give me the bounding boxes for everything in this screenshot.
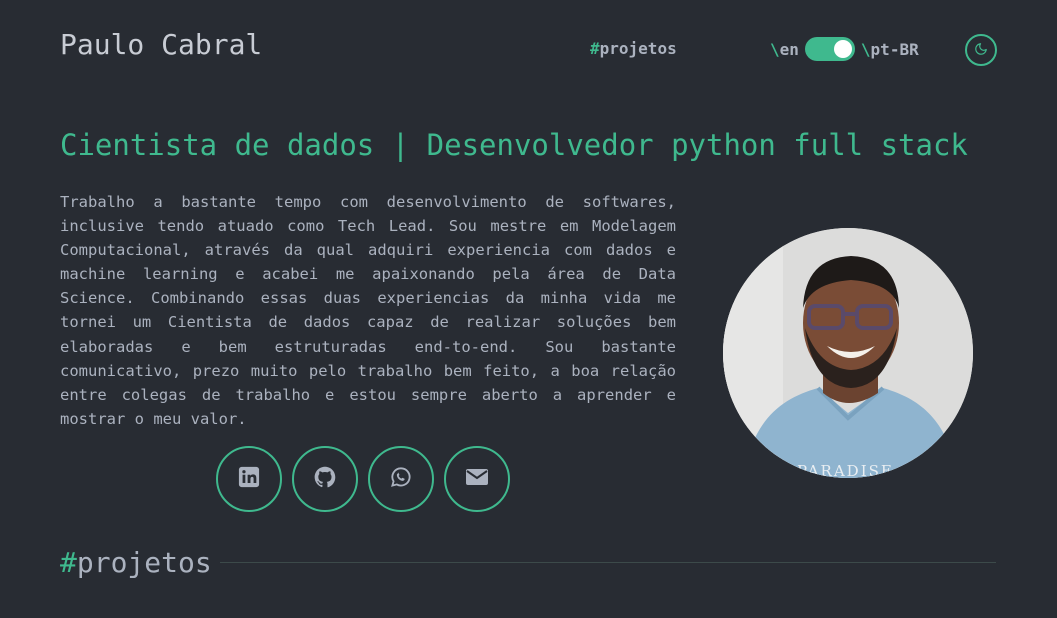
lang-slash-right: \ — [860, 39, 871, 59]
page: Paulo Cabral #projetos \ en \ pt-BR Cienti… — [0, 0, 1057, 618]
lang-ptbr-label[interactable]: pt-BR — [871, 40, 919, 59]
profile-photo: PARADISE — [723, 228, 973, 478]
section-divider — [220, 562, 996, 563]
language-switcher: \ en \ pt-BR — [770, 37, 919, 61]
section-hash: # — [60, 546, 77, 579]
lang-slash-left: \ — [770, 39, 780, 59]
moon-icon — [974, 41, 988, 60]
site-brand[interactable]: Paulo Cabral — [60, 28, 262, 61]
toggle-knob — [833, 40, 852, 58]
section-title-projetos: #projetos — [60, 546, 212, 579]
email-button[interactable] — [444, 446, 510, 512]
nav-label: projetos — [599, 39, 677, 58]
section-title-label: projetos — [76, 546, 212, 579]
nav-link-projetos[interactable]: #projetos — [590, 39, 677, 58]
hero-bio: Trabalho a bastante tempo com desenvolvi… — [60, 193, 676, 428]
nav-hash: # — [590, 39, 600, 58]
github-button[interactable] — [292, 446, 358, 512]
whatsapp-icon — [390, 466, 412, 492]
lang-en-label[interactable]: en — [780, 40, 799, 59]
linkedin-button[interactable] — [216, 446, 282, 512]
shirt-print: PARADISE — [797, 462, 894, 478]
linkedin-icon — [238, 466, 260, 492]
whatsapp-button[interactable] — [368, 446, 434, 512]
hero-headline: Cientista de dados | Desenvolvedor pytho… — [60, 128, 968, 162]
theme-toggle-button[interactable] — [965, 34, 997, 66]
language-toggle[interactable] — [804, 37, 855, 61]
github-icon — [314, 466, 336, 492]
social-links — [216, 446, 510, 512]
email-icon — [465, 465, 489, 493]
